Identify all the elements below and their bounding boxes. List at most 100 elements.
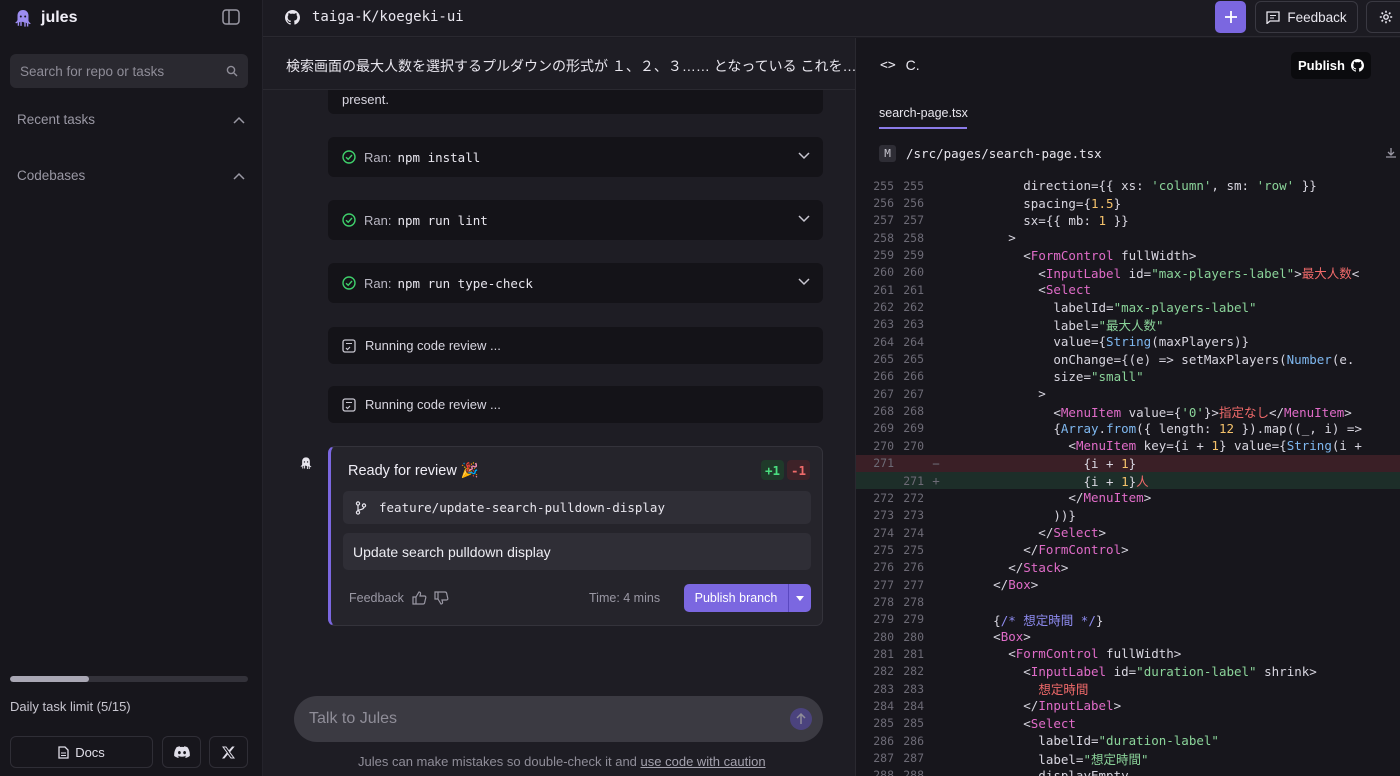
new-line-number: 283	[903, 681, 924, 696]
code-text: size="small"	[948, 368, 1144, 384]
old-line-number: 260	[873, 265, 894, 280]
settings-button[interactable]	[1366, 1, 1400, 33]
code-text: >	[948, 386, 1046, 402]
code-line: 270 270 <MenuItem key={i + 1} value={Stri…	[856, 437, 1400, 454]
old-line-number: 270	[873, 438, 894, 453]
new-line-number: 255	[903, 178, 924, 193]
thumbs-up-icon[interactable]	[412, 591, 427, 605]
repo-breadcrumb[interactable]: taiga-K/koegeki-ui	[285, 9, 464, 25]
ran-prefix: Ran:	[364, 275, 392, 291]
code-text: labelId="max-players-label"	[948, 299, 1257, 315]
ready-for-review-card: Ready for review 🎉 +1 -1 feature/update-…	[328, 446, 823, 626]
message-input-placeholder[interactable]: Talk to Jules	[309, 710, 397, 728]
discord-icon	[173, 746, 190, 758]
new-line-number: 258	[903, 230, 924, 245]
code-line: 277 277 </Box>	[856, 576, 1400, 593]
code-line: 272 272 </MenuItem>	[856, 489, 1400, 506]
file-path-row: M /src/pages/search-page.tsx	[879, 145, 1102, 162]
code-text: label="想定時間"	[948, 751, 1149, 767]
new-line-number: 287	[903, 751, 924, 766]
new-line-number: 279	[903, 612, 924, 627]
chevron-down-icon[interactable]	[798, 215, 810, 223]
code-line: 260 260 <InputLabel id="max-players-label…	[856, 264, 1400, 281]
code-line: 274 274 </Select>	[856, 524, 1400, 541]
code-brackets-icon: <>	[880, 57, 896, 73]
recent-tasks-section[interactable]: Recent tasks	[17, 112, 245, 127]
code-line: 284 284 </InputLabel>	[856, 697, 1400, 714]
ran-step-2[interactable]: Ran: npm run lint	[328, 200, 823, 240]
new-line-number: 270	[903, 438, 924, 453]
search-input[interactable]	[20, 63, 210, 79]
sidebar-toggle-icon[interactable]	[222, 9, 242, 27]
code-diff-view: 255 255 direction={{ xs: 'column', sm: 'r…	[856, 177, 1400, 776]
code-line: 262 262 labelId="max-players-label"	[856, 298, 1400, 315]
old-line-number: 272	[873, 490, 894, 505]
chevron-up-icon[interactable]	[233, 116, 245, 124]
code-text: {i + 1}	[948, 455, 1137, 471]
ran-command: npm install	[397, 149, 481, 165]
diff-marker: −	[932, 455, 940, 471]
feedback-button[interactable]: Feedback	[1255, 1, 1358, 33]
new-line-number: 282	[903, 664, 924, 679]
code-text: <InputLabel id="max-players-label">最大人数<	[948, 265, 1360, 281]
old-line-number: 286	[873, 733, 894, 748]
new-line-number: 278	[903, 594, 924, 609]
chat-panel: 検索画面の最大人数を選択するプルダウンの形式が １、２、３…… となっている こ…	[263, 38, 855, 776]
new-line-number: 276	[903, 560, 924, 575]
logo-text: jules	[41, 9, 78, 26]
git-branch-icon	[355, 500, 367, 515]
code-line: 281 281 <FormControl fullWidth>	[856, 645, 1400, 662]
thumbs-down-icon[interactable]	[434, 591, 449, 605]
file-tab[interactable]: search-page.tsx	[879, 106, 968, 120]
file-path: /src/pages/search-page.tsx	[906, 146, 1102, 161]
app-window: jules Recent tasks Codebases Daily task …	[0, 0, 1400, 776]
x-twitter-button[interactable]	[209, 736, 248, 768]
publish-branch-button[interactable]: Publish branch	[684, 584, 811, 612]
code-panel: <> C. Publish search-page.tsx M /src/pag…	[855, 38, 1400, 776]
document-icon	[58, 745, 69, 759]
code-text: </Stack>	[948, 559, 1069, 575]
codebases-label: Codebases	[17, 168, 86, 183]
logo[interactable]: jules	[13, 8, 77, 28]
send-icon[interactable]	[790, 708, 812, 730]
feedback-icon	[1266, 10, 1280, 24]
old-line-number: 274	[873, 525, 894, 540]
ready-for-review-title: Ready for review 🎉	[348, 463, 479, 479]
caret-down-icon[interactable]	[796, 595, 804, 601]
code-text: <Box>	[948, 629, 1031, 645]
new-line-number: 273	[903, 508, 924, 523]
code-line: 275 275 </FormControl>	[856, 541, 1400, 558]
message-input-box[interactable]: Talk to Jules	[294, 696, 823, 742]
new-line-number: 268	[903, 404, 924, 419]
task-limit-label: Daily task limit (5/15)	[10, 699, 131, 714]
new-line-number: 261	[903, 282, 924, 297]
deletions-badge: -1	[787, 460, 811, 480]
chevron-down-icon[interactable]	[798, 152, 810, 160]
new-line-number: 277	[903, 577, 924, 592]
ran-step-3[interactable]: Ran: npm run type-check	[328, 263, 823, 303]
branch-name-row[interactable]: feature/update-search-pulldown-display	[343, 491, 811, 524]
code-text: {/* 想定時間 */}	[948, 612, 1104, 628]
code-text: {Array.from({ length: 12 }).map((_, i) =…	[948, 420, 1362, 436]
download-icon[interactable]	[1385, 147, 1397, 159]
jules-octopus-icon	[15, 10, 31, 27]
code-line: 287 287 label="想定時間"	[856, 749, 1400, 767]
discord-button[interactable]	[162, 736, 201, 768]
code-line: 271 + {i + 1}人	[856, 471, 1400, 490]
code-line: 264 264 value={String(maxPlayers)}	[856, 333, 1400, 350]
new-task-button[interactable]	[1215, 1, 1246, 33]
caution-link[interactable]: use code with caution	[641, 754, 766, 769]
new-line-number: 260	[903, 265, 924, 280]
codebases-section[interactable]: Codebases	[17, 168, 245, 183]
search-icon[interactable]	[226, 65, 238, 77]
modified-badge: M	[879, 145, 896, 162]
docs-label: Docs	[75, 744, 105, 760]
docs-button[interactable]: Docs	[10, 736, 153, 768]
old-line-number: 263	[873, 317, 894, 332]
code-text: spacing={1.5}	[948, 195, 1122, 211]
chevron-down-icon[interactable]	[798, 278, 810, 286]
code-line: 279 279 {/* 想定時間 */}	[856, 611, 1400, 628]
ran-step-1[interactable]: Ran: npm install	[328, 137, 823, 177]
chevron-up-icon[interactable]	[233, 172, 245, 180]
publish-button[interactable]: Publish	[1291, 52, 1371, 79]
